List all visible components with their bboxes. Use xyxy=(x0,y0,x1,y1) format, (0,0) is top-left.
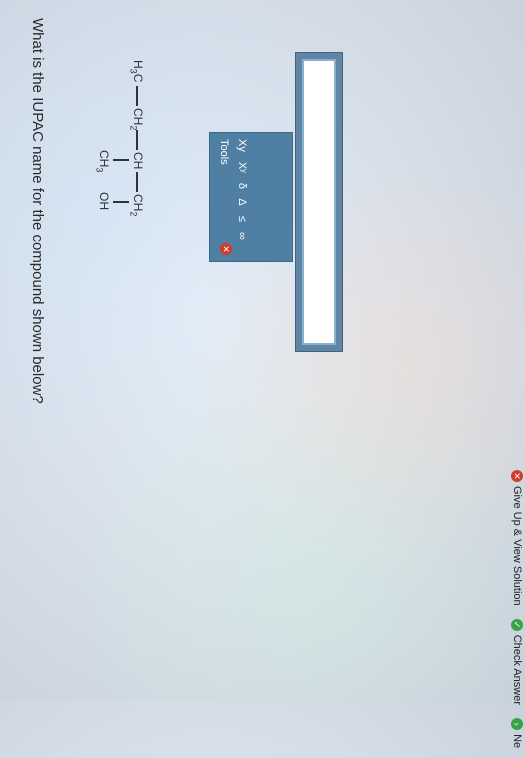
bond xyxy=(113,159,129,161)
group-h3c: H3C xyxy=(128,60,145,83)
leq-button[interactable]: ≤ xyxy=(236,216,248,222)
substituent-oh: OH xyxy=(97,192,111,210)
answer-panel xyxy=(295,52,343,352)
tools-palette: Tools Xy Xʸ δ Δ ≤ ∞ ✕ xyxy=(209,132,293,262)
next-label: Ne xyxy=(511,734,523,749)
delta-button[interactable]: Δ xyxy=(236,198,248,205)
check-answer-label: Check Answer xyxy=(511,634,523,706)
question-text: What is the IUPAC name for the compound … xyxy=(29,18,46,404)
group-ch2: CH2 xyxy=(128,108,145,131)
check-icon: ✓ xyxy=(511,618,523,631)
delta-small-button[interactable]: δ xyxy=(236,183,248,189)
bond xyxy=(136,86,138,106)
tools-buttons: Xy Xʸ δ Δ ≤ ∞ xyxy=(236,139,248,247)
bond xyxy=(136,130,138,150)
tools-close-icon[interactable]: ✕ xyxy=(220,243,232,255)
subscript-button[interactable]: Xy xyxy=(236,139,248,152)
x-icon: ✕ xyxy=(511,470,523,482)
infinity-button[interactable]: ∞ xyxy=(236,232,248,240)
group-ch2-terminal: CH2 xyxy=(128,194,145,217)
next-button[interactable]: › Ne xyxy=(511,718,523,748)
give-up-label: Give Up & View Solution xyxy=(511,486,523,606)
compound-structure: H3C CH2 CH CH2 CH3 OH xyxy=(70,60,145,260)
action-bar: ✕ Give Up & View Solution ✓ Check Answer… xyxy=(503,470,523,758)
superscript-button[interactable]: Xʸ xyxy=(236,162,248,173)
check-answer-button[interactable]: ✓ Check Answer xyxy=(511,618,523,706)
group-ch: CH xyxy=(131,152,145,170)
substituent-ch3: CH3 xyxy=(94,150,111,173)
tools-title: Tools xyxy=(218,139,230,165)
arrow-right-icon: › xyxy=(511,718,523,731)
question-page: What is the IUPAC name for the compound … xyxy=(0,0,525,748)
bond xyxy=(113,201,129,203)
answer-input[interactable] xyxy=(302,59,336,345)
give-up-button[interactable]: ✕ Give Up & View Solution xyxy=(511,470,523,606)
bond xyxy=(136,172,138,192)
